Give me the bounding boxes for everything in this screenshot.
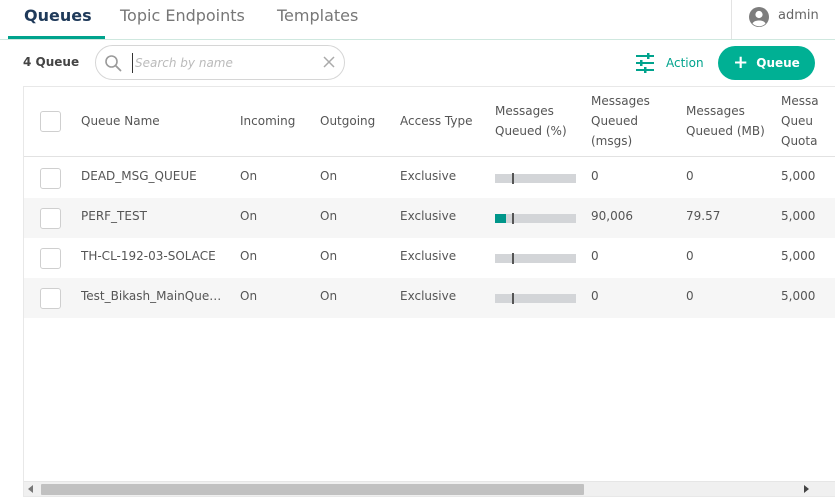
header-text: Messages bbox=[591, 94, 650, 108]
threshold-marker bbox=[512, 253, 514, 264]
cell-incoming: On bbox=[240, 289, 258, 303]
tab-templates[interactable]: Templates bbox=[277, 0, 358, 39]
table-header: Queue Name Incoming Outgoing Access Type… bbox=[24, 87, 835, 157]
cell-messages-queue-quota: 5,000 bbox=[781, 209, 816, 223]
clear-search-icon[interactable] bbox=[322, 55, 336, 69]
cell-incoming: On bbox=[240, 169, 258, 183]
cell-messages-queued-mb: 0 bbox=[686, 249, 694, 263]
cell-messages-queued-mb: 0 bbox=[686, 169, 694, 183]
column-header-incoming[interactable]: Incoming bbox=[240, 111, 295, 131]
header-text: Messages bbox=[495, 104, 554, 118]
queue-count-label: 4 Queue bbox=[23, 55, 80, 69]
action-label: Action bbox=[666, 56, 704, 70]
queued-percent-bar bbox=[495, 293, 576, 304]
header-text: Messa bbox=[781, 94, 819, 108]
header-text: Access Type bbox=[400, 114, 473, 128]
tab-queues[interactable]: Queues bbox=[24, 0, 92, 39]
horizontal-scrollbar[interactable] bbox=[24, 481, 835, 496]
user-menu[interactable]: admin bbox=[731, 0, 835, 39]
queued-percent-bar bbox=[495, 173, 576, 184]
queued-percent-bar bbox=[495, 253, 576, 264]
cell-messages-queued-mb: 0 bbox=[686, 289, 694, 303]
queue-table: Queue Name Incoming Outgoing Access Type… bbox=[23, 86, 835, 497]
header-text: Queued bbox=[591, 114, 639, 128]
header-text: Outgoing bbox=[320, 114, 376, 128]
active-tab-indicator bbox=[8, 36, 105, 39]
row-checkbox[interactable] bbox=[40, 288, 61, 309]
add-queue-button[interactable]: + Queue bbox=[718, 46, 815, 80]
cell-messages-queue-quota: 5,000 bbox=[781, 289, 816, 303]
column-header-messages-queued-mb[interactable]: Messages Queued (MB) bbox=[686, 101, 765, 141]
search-box bbox=[95, 45, 345, 80]
cell-incoming: On bbox=[240, 209, 258, 223]
cell-access-type: Exclusive bbox=[400, 289, 457, 303]
cell-messages-queued-msgs: 0 bbox=[591, 169, 599, 183]
cell-outgoing: On bbox=[320, 249, 338, 263]
add-queue-label: Queue bbox=[756, 56, 800, 70]
header-text: Quota bbox=[781, 134, 818, 148]
row-checkbox[interactable] bbox=[40, 248, 61, 269]
column-header-access-type[interactable]: Access Type bbox=[400, 111, 472, 131]
header-text: (msgs) bbox=[591, 134, 633, 148]
column-header-queue-name[interactable]: Queue Name bbox=[81, 111, 160, 131]
column-header-messages-queued-pct[interactable]: Messages Queued (%) bbox=[495, 101, 567, 141]
column-header-outgoing[interactable]: Outgoing bbox=[320, 111, 375, 131]
threshold-marker bbox=[512, 293, 514, 304]
cell-messages-queued-msgs: 0 bbox=[591, 289, 599, 303]
row-checkbox[interactable] bbox=[40, 168, 61, 189]
cell-messages-queued-mb: 79.57 bbox=[686, 209, 721, 223]
cell-access-type: Exclusive bbox=[400, 209, 457, 223]
cell-outgoing: On bbox=[320, 289, 338, 303]
table-row[interactable]: Test_Bikash_MainQue… On On Exclusive 0 0 5,000 bbox=[24, 278, 835, 318]
header-text: Queued (MB) bbox=[686, 124, 765, 138]
tab-topic-endpoints[interactable]: Topic Endpoints bbox=[120, 0, 245, 39]
search-icon bbox=[105, 55, 122, 72]
scroll-right-arrow-icon[interactable] bbox=[804, 485, 809, 493]
header-text: Queu bbox=[781, 114, 814, 128]
cell-access-type: Exclusive bbox=[400, 169, 457, 183]
header-text: Messages bbox=[686, 104, 745, 118]
cell-messages-queued-msgs: 0 bbox=[591, 249, 599, 263]
cell-queue-name[interactable]: DEAD_MSG_QUEUE bbox=[81, 169, 231, 183]
table-row[interactable]: DEAD_MSG_QUEUE On On Exclusive 0 0 5,000 bbox=[24, 158, 835, 198]
cell-outgoing: On bbox=[320, 209, 338, 223]
top-tab-bar: Queues Topic Endpoints Templates admin bbox=[0, 0, 835, 40]
plus-icon: + bbox=[733, 52, 749, 73]
sliders-icon bbox=[636, 53, 654, 73]
select-all-checkbox[interactable] bbox=[40, 111, 61, 132]
column-header-messages-queued-msgs[interactable]: Messages Queued (msgs) bbox=[591, 91, 650, 151]
queued-percent-bar bbox=[495, 213, 576, 224]
threshold-marker bbox=[512, 213, 514, 224]
threshold-marker bbox=[512, 173, 514, 184]
cell-queue-name[interactable]: PERF_TEST bbox=[81, 209, 231, 223]
user-name: admin bbox=[778, 8, 819, 23]
table-row[interactable]: TH-CL-192-03-SOLACE On On Exclusive 0 0 5,000 bbox=[24, 238, 835, 278]
cell-outgoing: On bbox=[320, 169, 338, 183]
action-button[interactable]: Action bbox=[634, 51, 704, 75]
cell-incoming: On bbox=[240, 249, 258, 263]
cell-messages-queue-quota: 5,000 bbox=[781, 249, 816, 263]
cell-messages-queued-msgs: 90,006 bbox=[591, 209, 633, 223]
table-row[interactable]: PERF_TEST On On Exclusive 90,006 79.57 5,000 bbox=[24, 198, 835, 238]
column-header-messages-queue-quota[interactable]: Messa Queu Quota bbox=[781, 91, 835, 151]
header-text: Queued (%) bbox=[495, 124, 567, 138]
cell-access-type: Exclusive bbox=[400, 249, 457, 263]
cell-queue-name[interactable]: Test_Bikash_MainQue… bbox=[81, 289, 231, 303]
header-text: Queue Name bbox=[81, 114, 160, 128]
user-avatar-icon bbox=[749, 7, 769, 27]
queued-percent-fill bbox=[495, 214, 506, 223]
row-checkbox[interactable] bbox=[40, 208, 61, 229]
search-input[interactable] bbox=[132, 53, 312, 73]
header-text: Incoming bbox=[240, 114, 296, 128]
cell-queue-name[interactable]: TH-CL-192-03-SOLACE bbox=[81, 249, 231, 263]
scroll-left-arrow-icon[interactable] bbox=[28, 485, 33, 493]
cell-messages-queue-quota: 5,000 bbox=[781, 169, 816, 183]
scrollbar-thumb[interactable] bbox=[41, 484, 584, 495]
